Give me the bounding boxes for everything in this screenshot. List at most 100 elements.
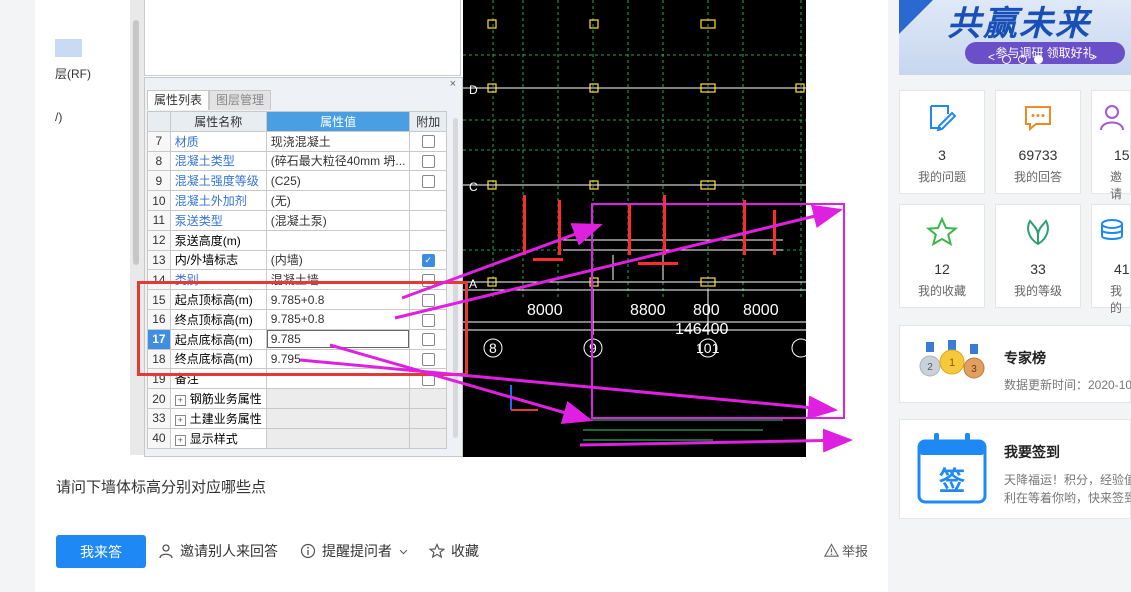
property-name: 材质: [169, 130, 267, 152]
edit-icon: [930, 105, 957, 132]
remind-button[interactable]: 提醒提问者: [300, 541, 409, 561]
expert-title: 专家榜: [1004, 350, 1046, 366]
stat-number: 69733: [1018, 147, 1058, 163]
report-label: 举报: [842, 544, 869, 559]
collect-button[interactable]: 收藏: [429, 541, 479, 561]
row-index: 40: [147, 427, 171, 449]
expert-ranking-panel[interactable]: 2 1 3 专家榜 数据更新时间：2020-10: [899, 325, 1131, 403]
expand-icon[interactable]: +: [174, 434, 186, 446]
stat-my-level[interactable]: 33 我的等级: [995, 204, 1081, 308]
property-row[interactable]: 12 泵送高度(m): [147, 229, 447, 251]
property-panel: × 属性列表 图层管理 属性名称 属性值 附加 7 材质 现浇混凝土 8 混凝土类型 (碎…: [144, 77, 463, 457]
property-row[interactable]: 11 泵送类型 (混凝土泵): [147, 209, 447, 231]
coins-icon: [1101, 219, 1123, 240]
property-name: + 土建业务属性: [169, 407, 267, 429]
property-value[interactable]: 现浇混凝土: [265, 130, 411, 152]
attach-cell: [409, 130, 447, 152]
stat-number: 33: [1030, 261, 1046, 277]
invite-button[interactable]: 邀请别人来回答: [158, 541, 278, 561]
property-value[interactable]: (无): [265, 190, 411, 211]
tab-layer-manager[interactable]: 图层管理: [209, 90, 272, 110]
property-scrollbar[interactable]: [453, 118, 458, 438]
attach-checkbox[interactable]: [421, 174, 435, 188]
medal-1: 1: [949, 357, 955, 369]
attach-cell: [409, 170, 447, 192]
info-icon: [300, 543, 316, 559]
floor-selection[interactable]: [55, 39, 82, 57]
stat-invites[interactable]: 15 邀请: [1091, 90, 1131, 201]
stat-my-answers[interactable]: 69733 我的回答: [995, 90, 1081, 194]
stat-number: 3: [938, 147, 946, 163]
tree-scroll-thumb[interactable]: [133, 20, 139, 265]
tree-scrollbar[interactable]: [130, 0, 144, 455]
property-value[interactable]: (碎石最大粒径40mm 坍...: [265, 150, 411, 172]
answer-button[interactable]: 我来答: [56, 535, 146, 568]
row-index: 13: [147, 249, 171, 271]
banner-prev-button[interactable]: <: [988, 50, 995, 64]
warning-icon: [824, 543, 839, 557]
property-name: + 钢筋业务属性: [169, 388, 267, 409]
grid-label-d: D: [469, 83, 478, 97]
collect-label: 收藏: [451, 543, 479, 559]
property-value[interactable]: [265, 388, 411, 409]
banner-next-button[interactable]: >: [1090, 50, 1097, 64]
expand-icon[interactable]: +: [174, 395, 186, 407]
stat-label: 我的收藏: [917, 284, 966, 298]
property-name: 泵送类型: [169, 209, 267, 231]
star-icon: [926, 216, 958, 247]
tab-property-list[interactable]: 属性列表: [147, 90, 210, 110]
banner-dot[interactable]: [1018, 55, 1027, 64]
property-value[interactable]: [265, 407, 411, 429]
attach-checkbox[interactable]: ✓: [421, 254, 435, 268]
banner-dot[interactable]: [1002, 55, 1011, 64]
floor-rf-label[interactable]: 层(RF): [55, 65, 91, 82]
property-value[interactable]: [265, 229, 411, 251]
property-row[interactable]: 9 混凝土强度等级 (C25): [147, 170, 447, 192]
attach-cell: [409, 229, 447, 251]
property-row[interactable]: 33 + 土建业务属性: [147, 407, 447, 429]
chat-icon: [1025, 106, 1051, 132]
row-index: 12: [147, 229, 171, 251]
property-name: 内/外墙标志: [169, 249, 267, 271]
property-row[interactable]: 7 材质 现浇混凝土: [147, 130, 447, 152]
banner-dots: [1002, 55, 1043, 64]
leaf-icon: [1027, 219, 1049, 246]
grid-label-a: A: [469, 277, 477, 291]
signin-panel[interactable]: 签 我要签到 天降福运！积分，经验值 利在等着你哟，快来签到: [899, 419, 1131, 519]
header-value: 属性值: [265, 111, 411, 132]
attach-checkbox[interactable]: [421, 135, 435, 149]
grid-label-c: C: [469, 180, 478, 194]
attach-checkbox[interactable]: [421, 155, 435, 169]
property-row[interactable]: 8 混凝土类型 (碎石最大粒径40mm 坍...: [147, 150, 447, 172]
banner-title: 共赢未来: [947, 5, 1091, 43]
property-name: 混凝土类型: [169, 150, 267, 172]
property-row[interactable]: 40 + 显示样式: [147, 427, 447, 449]
property-table: 属性名称 属性值 附加 7 材质 现浇混凝土 8 混凝土类型 (碎石最大粒径40mm 坍.…: [147, 111, 447, 449]
banner-corner: [899, 0, 933, 34]
signin-title: 我要签到: [1004, 444, 1060, 460]
stat-label: 邀请: [1110, 170, 1123, 201]
user-icon: [159, 544, 173, 559]
attach-cell: [409, 209, 447, 231]
expand-icon[interactable]: +: [174, 414, 186, 426]
property-row[interactable]: 20 + 钢筋业务属性: [147, 388, 447, 409]
stat-my-coins[interactable]: 41 我的: [1091, 204, 1131, 315]
red-highlight-box: [137, 281, 468, 376]
property-value[interactable]: (内墙): [265, 249, 411, 271]
remind-label: 提醒提问者: [322, 543, 392, 559]
stat-my-collections[interactable]: 12 我的收藏: [899, 204, 985, 308]
attach-cell: [409, 150, 447, 172]
row-index: 11: [147, 209, 171, 231]
stat-my-questions[interactable]: 3 我的问题: [899, 90, 985, 194]
banner-dot-active[interactable]: [1034, 55, 1043, 64]
floor-label[interactable]: /): [55, 110, 62, 124]
close-icon[interactable]: ×: [450, 78, 456, 90]
property-value[interactable]: (混凝土泵): [265, 209, 411, 231]
medal-2: 2: [927, 362, 933, 373]
property-value[interactable]: [265, 427, 411, 449]
report-button[interactable]: 举报: [824, 541, 868, 560]
medal-3: 3: [971, 364, 977, 375]
property-row[interactable]: 10 混凝土外加剂 (无): [147, 190, 447, 211]
property-value[interactable]: (C25): [265, 170, 411, 192]
property-row[interactable]: 13 内/外墙标志 (内墙) ✓: [147, 249, 447, 271]
